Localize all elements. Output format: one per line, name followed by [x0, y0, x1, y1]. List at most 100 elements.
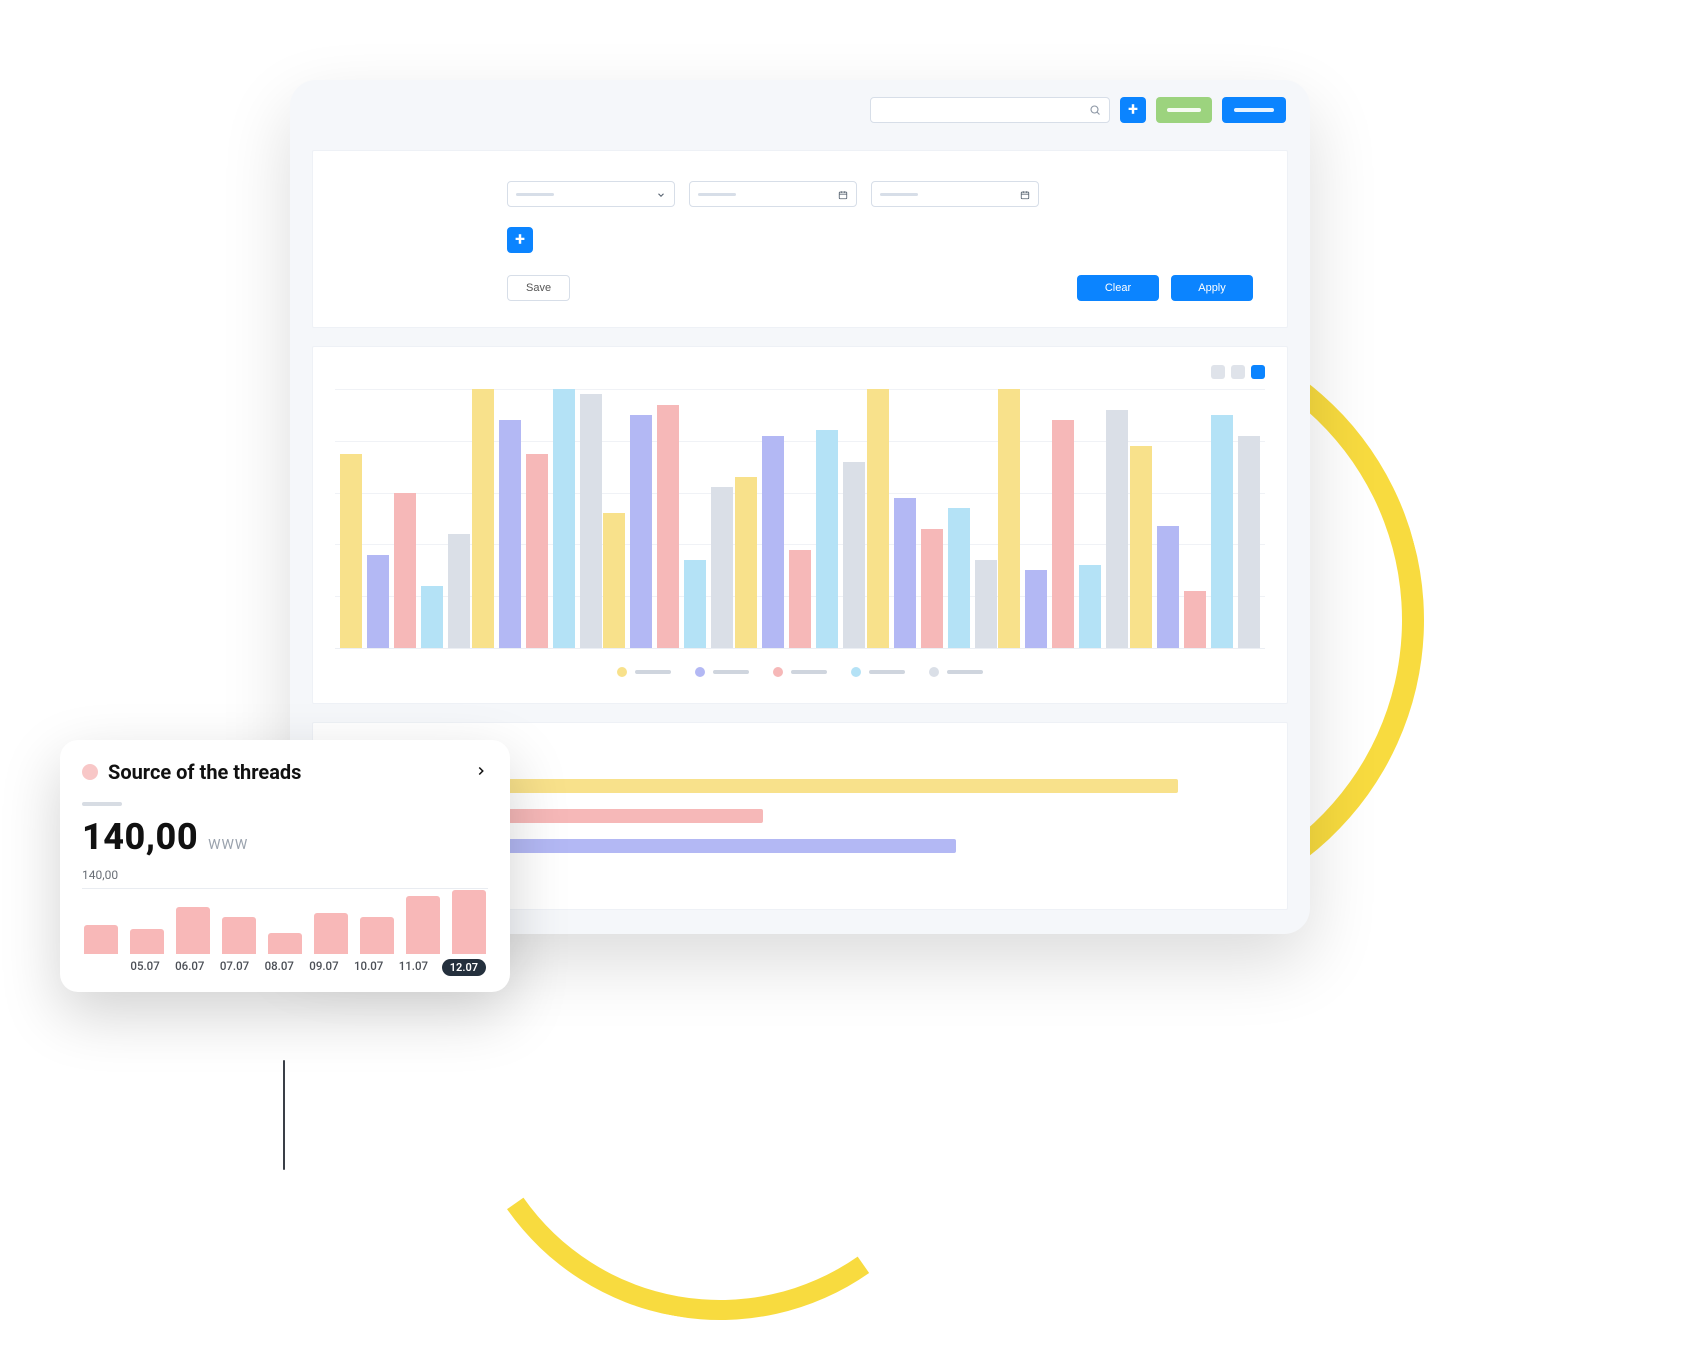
bar: [1079, 565, 1101, 648]
bar: [367, 555, 389, 648]
topbar-blue-button[interactable]: [1222, 97, 1286, 123]
view-option-active[interactable]: [1251, 365, 1265, 379]
x-tick: 10.07: [352, 959, 385, 976]
mini-bar: [406, 896, 440, 954]
pointer-line: [283, 1060, 285, 1170]
chevron-down-icon: [656, 185, 666, 204]
legend-dot: [851, 667, 861, 677]
bar: [998, 389, 1020, 648]
bar: [762, 436, 784, 648]
calendar-icon: [1020, 185, 1030, 204]
filter-date-to[interactable]: [871, 181, 1039, 207]
bar-group: [867, 389, 997, 648]
bar: [789, 550, 811, 648]
metric-unit: WWW: [208, 837, 248, 853]
bar: [630, 415, 652, 648]
button-label: [1234, 108, 1274, 112]
mini-bar: [268, 933, 302, 954]
topbar: +: [290, 80, 1310, 140]
legend-dot: [773, 667, 783, 677]
filters-row-2: +: [347, 227, 1253, 253]
bar: [711, 487, 733, 648]
bar-group: [735, 389, 865, 648]
x-tick: 06.07: [173, 959, 206, 976]
mini-bar: [452, 890, 486, 954]
bar: [1052, 420, 1074, 648]
add-button[interactable]: +: [1120, 97, 1146, 123]
mini-bar: [130, 929, 164, 954]
metric-value-row: 140,00 WWW: [82, 816, 488, 858]
bar: [735, 477, 757, 648]
save-button[interactable]: Save: [507, 275, 570, 301]
chart-legend: [335, 667, 1265, 677]
mini-bar: [314, 913, 348, 954]
bar: [580, 394, 602, 648]
mini-bar: [222, 917, 256, 954]
view-option[interactable]: [1231, 365, 1245, 379]
bar: [894, 498, 916, 648]
search-icon: [1089, 101, 1101, 120]
x-tick: 11.07: [397, 959, 430, 976]
bar: [1025, 570, 1047, 648]
bar: [1184, 591, 1206, 648]
filters-actions: Save Clear Apply: [347, 275, 1253, 301]
view-option[interactable]: [1211, 365, 1225, 379]
bar-group: [1130, 389, 1260, 648]
bar: [499, 420, 521, 648]
chart-view-toggle: [335, 365, 1265, 379]
filter-select[interactable]: [507, 181, 675, 207]
bar: [843, 462, 865, 648]
legend-item: [695, 667, 749, 677]
x-tick: 08.07: [263, 959, 296, 976]
bar: [867, 389, 889, 648]
hbar: [497, 779, 1178, 793]
x-tick: 05.07: [129, 959, 162, 976]
bar: [684, 560, 706, 648]
hbar: [497, 839, 956, 853]
y-axis-label: 140,00: [82, 868, 488, 882]
legend-item: [773, 667, 827, 677]
add-filter-button[interactable]: +: [507, 227, 533, 253]
x-tick: 09.07: [308, 959, 341, 976]
bar: [526, 454, 548, 648]
bar: [948, 508, 970, 648]
bar: [1211, 415, 1233, 648]
legend-item: [851, 667, 905, 677]
bar: [603, 513, 625, 648]
main-grouped-bar-chart: [335, 389, 1265, 649]
bar-group: [472, 389, 602, 648]
clear-button[interactable]: Clear: [1077, 275, 1159, 301]
legend-dot: [929, 667, 939, 677]
bar: [657, 405, 679, 648]
card-title: Source of the threads: [108, 760, 301, 784]
calendar-icon: [838, 185, 848, 204]
bar: [472, 389, 494, 648]
mini-bar: [360, 917, 394, 954]
main-chart-card: [312, 346, 1288, 704]
bar: [1130, 446, 1152, 648]
bar: [1238, 436, 1260, 648]
expand-button[interactable]: [474, 763, 488, 782]
button-label: [1167, 108, 1202, 112]
plus-icon: +: [1128, 101, 1138, 119]
filter-date-from[interactable]: [689, 181, 857, 207]
hbar: [497, 809, 763, 823]
divider: [82, 802, 122, 806]
filters-panel: + Save Clear Apply: [312, 150, 1288, 328]
bar: [921, 529, 943, 648]
bar: [1106, 410, 1128, 648]
bar-group: [340, 389, 470, 648]
bar: [975, 560, 997, 648]
bar: [421, 586, 443, 648]
bar-group: [998, 389, 1128, 648]
apply-button[interactable]: Apply: [1171, 275, 1253, 301]
legend-dot: [617, 667, 627, 677]
mini-bar: [84, 925, 118, 954]
topbar-green-button[interactable]: [1156, 97, 1212, 123]
plus-icon: +: [515, 231, 525, 249]
bar: [394, 493, 416, 648]
bar: [448, 534, 470, 648]
mini-bar: [176, 907, 210, 954]
x-tick: 12.07: [442, 959, 486, 976]
search-input[interactable]: [870, 97, 1110, 123]
